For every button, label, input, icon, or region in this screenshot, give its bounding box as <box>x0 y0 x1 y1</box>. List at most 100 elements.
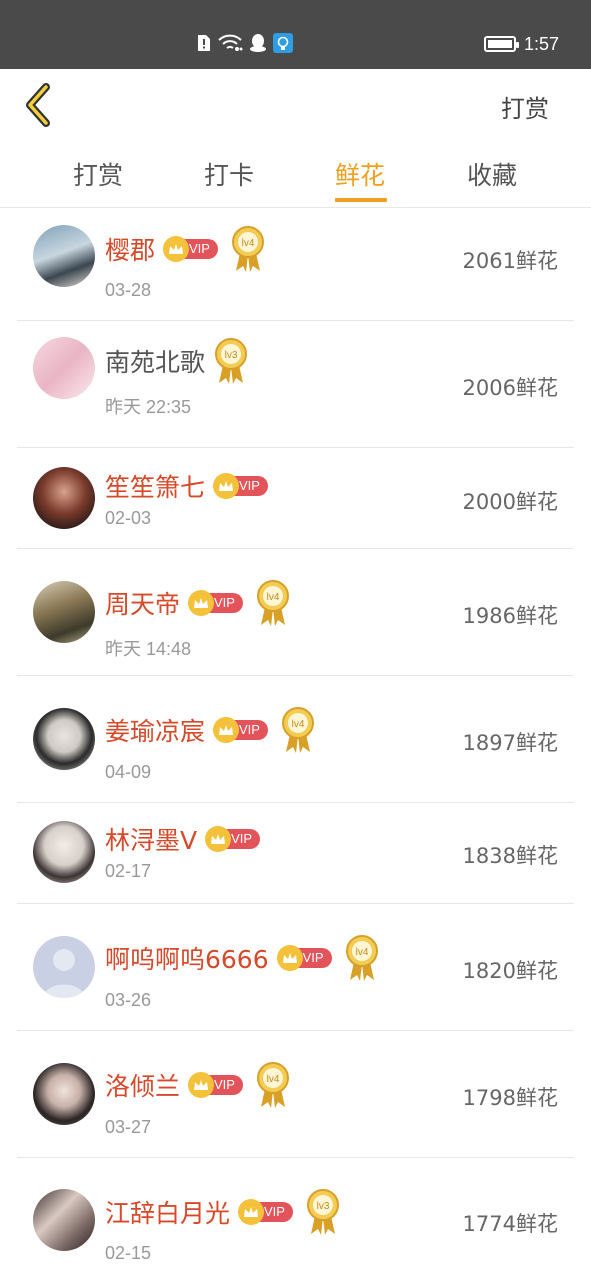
vip-badge: VIP <box>163 236 218 262</box>
avatar[interactable] <box>33 936 95 998</box>
flower-count: 1798鲜花 <box>462 1086 558 1110</box>
crown-icon <box>205 826 232 852</box>
flower-count: 1774鲜花 <box>462 1212 558 1236</box>
list-item[interactable]: 洛倾兰 VIP lv4 03-27 1798鲜花 <box>17 1031 574 1158</box>
flower-count: 2000鲜花 <box>462 490 558 514</box>
chevron-left-icon <box>26 83 50 127</box>
name-line: 姜瑜凉宸 VIP lv4 <box>105 706 316 754</box>
svg-text:lv3: lv3 <box>317 1201 330 1212</box>
status-time: 1:57 <box>523 33 559 54</box>
crown-icon <box>276 945 303 971</box>
svg-text:lv4: lv4 <box>355 947 368 958</box>
row-date: 03-26 <box>105 990 152 1010</box>
avatar[interactable] <box>33 1189 95 1251</box>
user-name: 林浔墨V <box>105 826 198 855</box>
row-date: 02-03 <box>105 508 152 528</box>
svg-text:lv3: lv3 <box>225 350 238 361</box>
header: 打赏 <box>0 69 591 141</box>
svg-text:lv4: lv4 <box>292 719 305 730</box>
vip-badge: VIP <box>188 590 243 616</box>
name-line: 洛倾兰 VIP lv4 <box>105 1061 291 1109</box>
reward-button[interactable]: 打赏 <box>501 89 549 124</box>
list-item[interactable]: 周天帝 VIP lv4 昨天 14:48 1986鲜花 <box>17 549 574 676</box>
vip-badge: VIP <box>276 945 332 971</box>
user-name: 洛倾兰 <box>105 1072 181 1101</box>
vip-badge: VIP <box>238 1199 293 1225</box>
back-button[interactable] <box>22 83 56 127</box>
avatar[interactable] <box>33 337 95 399</box>
row-date: 02-17 <box>105 861 152 881</box>
wifi-icon <box>218 34 243 51</box>
user-name: 笙笙箫七 <box>105 473 206 502</box>
vip-badge: VIP <box>213 473 268 499</box>
name-line: 江辞白月光 VIP lv3 <box>105 1188 341 1236</box>
user-name: 啊呜啊呜6666 <box>105 945 269 974</box>
level-medal-icon: lv3 <box>305 1188 341 1236</box>
user-name: 南苑北歌 <box>105 348 206 377</box>
level-medal-icon: lv3 <box>213 337 249 385</box>
level-medal-icon: lv4 <box>230 225 266 273</box>
flower-count: 2006鲜花 <box>462 376 558 400</box>
crown-icon <box>238 1199 265 1225</box>
name-line: 南苑北歌 lv3 <box>105 337 249 385</box>
status-bar: 1:57 <box>0 0 591 69</box>
tab-favorites[interactable]: 收藏 <box>467 156 517 192</box>
level-medal-icon: lv4 <box>255 579 291 627</box>
name-line: 周天帝 VIP lv4 <box>105 579 291 627</box>
list-item[interactable]: 南苑北歌 lv3 昨天 22:35 2006鲜花 <box>17 321 574 448</box>
name-line: 樱郡 VIP lv4 <box>105 225 266 273</box>
status-icons <box>197 32 293 54</box>
row-date: 04-09 <box>105 762 152 782</box>
flower-count: 2061鲜花 <box>462 249 558 273</box>
list-item[interactable]: 啊呜啊呜6666 VIP lv4 03-26 1820鲜花 <box>17 904 574 1031</box>
list-item[interactable]: 樱郡 VIP lv4 03-28 2061鲜花 <box>17 208 574 321</box>
flower-count: 1897鲜花 <box>462 731 558 755</box>
flower-ranking-list: 樱郡 VIP lv4 03-28 2061鲜花 南苑北歌 lv3 昨天 22:3… <box>0 208 591 1278</box>
crown-icon <box>163 236 190 262</box>
crown-icon <box>188 590 215 616</box>
flower-count: 1820鲜花 <box>462 959 558 983</box>
avatar[interactable] <box>33 821 95 883</box>
avatar[interactable] <box>33 225 95 287</box>
default-avatar-icon <box>43 949 85 998</box>
vip-badge: VIP <box>188 1072 243 1098</box>
qq-icon <box>250 34 266 52</box>
svg-text:lv4: lv4 <box>267 592 280 603</box>
avatar[interactable] <box>33 1063 95 1125</box>
list-item[interactable]: 姜瑜凉宸 VIP lv4 04-09 1897鲜花 <box>17 676 574 803</box>
list-item[interactable]: 林浔墨V VIP 02-17 1838鲜花 <box>17 803 574 904</box>
battery-icon <box>483 36 519 52</box>
app-notification-icon <box>273 33 293 53</box>
alert-icon <box>198 35 210 51</box>
level-medal-icon: lv4 <box>255 1061 291 1109</box>
tab-flowers[interactable]: 鲜花 <box>335 156 385 192</box>
name-line: 笙笙箫七 VIP <box>105 468 268 504</box>
crown-icon <box>213 717 240 743</box>
list-item[interactable]: 江辞白月光 VIP lv3 02-15 1774鲜花 <box>17 1158 574 1278</box>
vip-badge: VIP <box>205 826 261 852</box>
status-right: 1:57 <box>483 32 559 56</box>
tab-active-indicator <box>335 198 387 202</box>
avatar[interactable] <box>33 467 95 529</box>
flower-count: 1838鲜花 <box>462 844 558 868</box>
svg-text:lv4: lv4 <box>267 1074 280 1085</box>
tab-reward[interactable]: 打赏 <box>73 156 123 192</box>
vip-badge: VIP <box>213 717 268 743</box>
row-date: 昨天 14:48 <box>105 639 192 659</box>
avatar[interactable] <box>33 581 95 643</box>
list-item[interactable]: 笙笙箫七 VIP 02-03 2000鲜花 <box>17 448 574 549</box>
row-date: 03-28 <box>105 280 152 300</box>
name-line: 林浔墨V VIP <box>105 821 261 857</box>
avatar[interactable] <box>33 708 95 770</box>
crown-icon <box>188 1072 215 1098</box>
row-date: 昨天 22:35 <box>105 397 192 417</box>
name-line: 啊呜啊呜6666 VIP lv4 <box>105 934 380 982</box>
svg-text:lv4: lv4 <box>242 238 255 249</box>
user-name: 江辞白月光 <box>105 1199 231 1228</box>
crown-icon <box>213 473 240 499</box>
row-date: 03-27 <box>105 1117 152 1137</box>
user-name: 姜瑜凉宸 <box>105 717 206 746</box>
level-medal-icon: lv4 <box>280 706 316 754</box>
tab-checkin[interactable]: 打卡 <box>204 156 254 192</box>
tab-bar: 打赏 打卡 鲜花 收藏 <box>0 141 591 208</box>
